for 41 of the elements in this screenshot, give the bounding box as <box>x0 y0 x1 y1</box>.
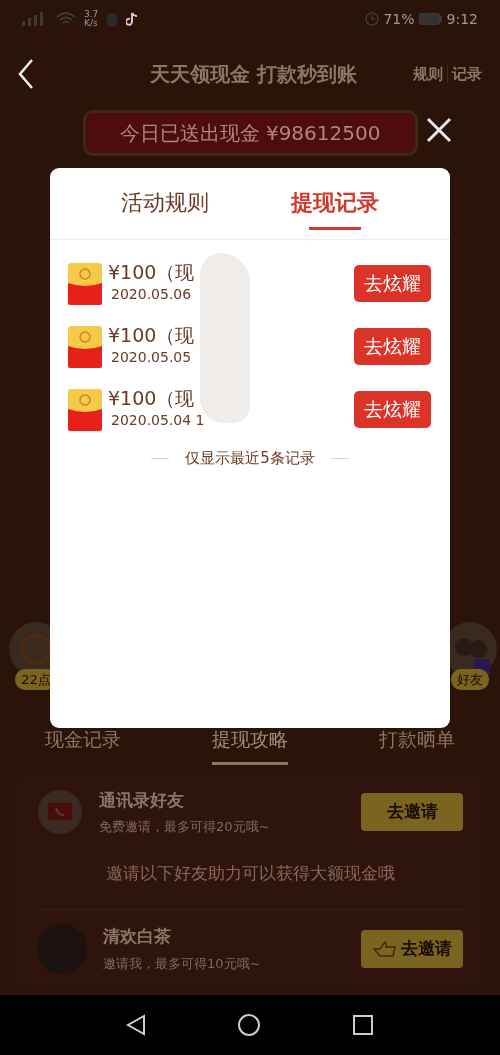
wifi-icon <box>56 12 76 26</box>
envelope-icon <box>68 325 102 368</box>
friend-subtitle: 邀请我，最多可得10元哦~ <box>103 954 262 973</box>
date-text: 2020.05.06 <box>111 284 193 304</box>
amount-text: ¥100（现 <box>108 388 196 410</box>
clock-time: 9:12 <box>446 9 478 29</box>
phone-icon <box>37 789 83 835</box>
contact-subtitle: 免费邀请，最多可得20元哦~ <box>99 818 271 836</box>
envelope-icon <box>68 262 102 305</box>
contact-title: 通讯录好友 <box>99 788 185 812</box>
invite-button[interactable]: 去邀请 <box>361 929 463 968</box>
invite-hint: 邀请以下好友助力可以获得大额现金哦 <box>37 841 463 910</box>
close-icon[interactable] <box>426 117 452 143</box>
header-link[interactable]: 规则 <box>413 62 443 86</box>
dialog-tab[interactable]: 活动规则 <box>121 176 209 227</box>
page-title: 天天领现金 打款秒到账 <box>149 61 358 88</box>
show-off-button[interactable]: 去炫耀 <box>354 391 431 428</box>
date-text: 2020.05.05 <box>111 347 193 367</box>
recent-apps-icon[interactable] <box>352 1014 375 1036</box>
amount-text: ¥100（现 <box>108 325 196 347</box>
network-speed-value: 3.7 <box>84 10 99 19</box>
amount-text: ¥100（现 <box>108 262 196 284</box>
page-tab[interactable]: 打款晒单 <box>378 725 455 765</box>
header-link[interactable]: 记录 <box>452 62 482 86</box>
date-text: 2020.05.04 1 <box>111 410 206 430</box>
show-off-button[interactable]: 去炫耀 <box>354 328 431 365</box>
invite-button[interactable]: 去邀请 <box>361 793 463 831</box>
friend-title: 清欢白茶 <box>103 925 172 948</box>
cash-sent-banner: 今日已送出现金 ¥98612500 <box>82 110 418 156</box>
envelope-icon <box>68 388 102 431</box>
music-note-icon <box>126 12 139 26</box>
battery-percent: 71% <box>383 9 415 29</box>
dialog-tab[interactable]: 提现记录 <box>291 176 379 227</box>
back-icon[interactable] <box>125 1014 146 1036</box>
show-off-button[interactable]: 去炫耀 <box>354 265 431 302</box>
home-icon[interactable] <box>237 1013 261 1037</box>
alarm-icon <box>365 12 380 26</box>
records-note: 仅显示最近5条记录 <box>185 448 315 469</box>
network-speed-unit: K/s <box>84 19 99 28</box>
page-tab[interactable]: 现金记录 <box>45 725 122 765</box>
battery-icon <box>418 13 443 25</box>
